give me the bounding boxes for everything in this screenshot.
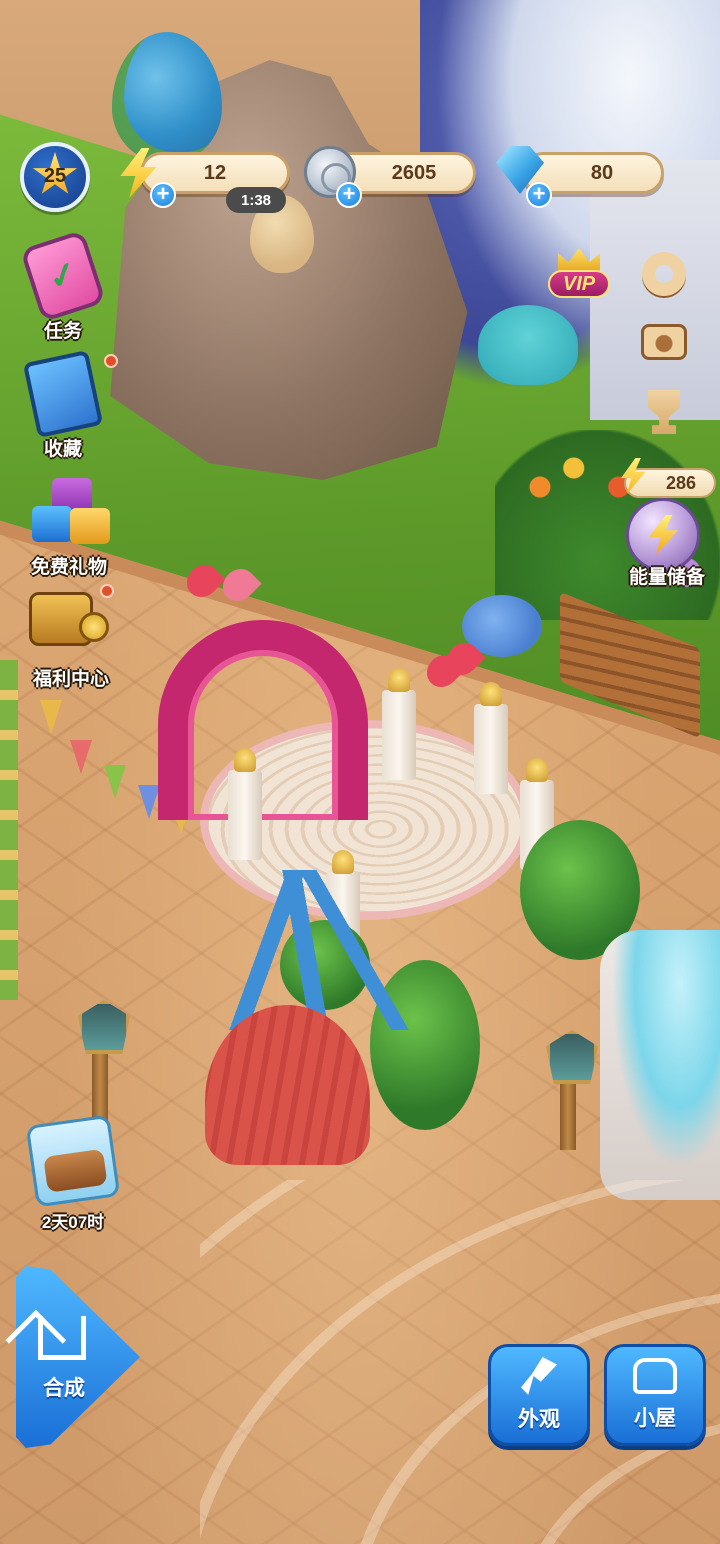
trophy-icon xyxy=(648,390,680,434)
add-gems-button[interactable]: + xyxy=(526,182,552,208)
phone-checklist-icon: ✓ xyxy=(19,229,107,323)
white-pillar xyxy=(228,748,262,860)
notification-dot xyxy=(100,584,114,598)
blue-coral xyxy=(210,870,410,1030)
add-coins-button[interactable]: + xyxy=(336,182,362,208)
white-pillar xyxy=(382,668,416,780)
welfare-center-label: 福利中心 xyxy=(32,669,109,690)
cabin-button[interactable]: 小屋 xyxy=(604,1344,706,1446)
energy-orb-icon xyxy=(626,498,700,572)
white-pillar xyxy=(474,682,508,794)
energy-reserve-label: 能量储备 xyxy=(628,567,705,588)
tasks-label: 任务 xyxy=(43,321,82,342)
striped-pole xyxy=(0,660,18,1000)
appearance-label: 外观 xyxy=(518,1408,560,1431)
camera-icon xyxy=(641,324,687,360)
gem-value: 80 xyxy=(590,161,614,184)
water-fountain[interactable] xyxy=(600,930,720,1200)
coin-value: 2605 xyxy=(391,161,437,184)
key-icon xyxy=(79,612,109,642)
street-lamp xyxy=(560,1070,576,1150)
free-gifts-button[interactable]: 免费礼物 xyxy=(14,476,124,579)
free-gifts-label: 免费礼物 xyxy=(30,557,107,578)
lightning-icon xyxy=(648,515,679,555)
energy-reserve-button[interactable]: 286 能量储备 xyxy=(614,458,720,592)
leaderboard-button[interactable] xyxy=(636,384,692,440)
player-level-badge[interactable]: 25 xyxy=(20,142,90,212)
sofa-icon xyxy=(633,1358,677,1394)
gear-icon xyxy=(642,252,686,296)
player-level: 25 xyxy=(43,164,67,187)
merge-button[interactable]: 合成 xyxy=(16,1266,140,1448)
flower-arch[interactable] xyxy=(158,620,368,820)
cabin-label: 小屋 xyxy=(634,1407,676,1430)
appearance-button[interactable]: 外观 xyxy=(488,1344,590,1446)
collection-button[interactable]: 收藏 xyxy=(8,349,118,461)
energy-reserve-count: 286 xyxy=(665,472,697,493)
teal-coral-rock xyxy=(478,305,578,385)
event-countdown: 2天07时 xyxy=(41,1213,105,1232)
notification-dot xyxy=(104,354,118,368)
paintbrush-icon xyxy=(521,1357,557,1395)
camera-button[interactable] xyxy=(636,314,692,370)
energy-value: 12 xyxy=(203,161,227,184)
album-book-icon xyxy=(22,349,104,439)
tasks-button[interactable]: ✓ 任务 xyxy=(8,229,118,343)
gift-boxes-icon xyxy=(26,476,112,550)
collection-label: 收藏 xyxy=(43,439,82,460)
event-ship-icon xyxy=(25,1114,121,1208)
add-energy-button[interactable]: + xyxy=(150,182,176,208)
welfare-center-button[interactable]: 福利中心 xyxy=(16,584,126,691)
energy-refill-timer: 1:38 xyxy=(226,187,286,213)
vip-label: VIP xyxy=(548,270,610,298)
merge-label: 合成 xyxy=(43,1377,85,1400)
home-icon xyxy=(38,1316,86,1360)
vip-button[interactable]: VIP xyxy=(544,248,614,304)
settings-button[interactable] xyxy=(636,246,692,302)
limited-event-button[interactable]: 2天07时 xyxy=(18,1114,128,1233)
checkmark-icon: ✓ xyxy=(43,253,83,299)
